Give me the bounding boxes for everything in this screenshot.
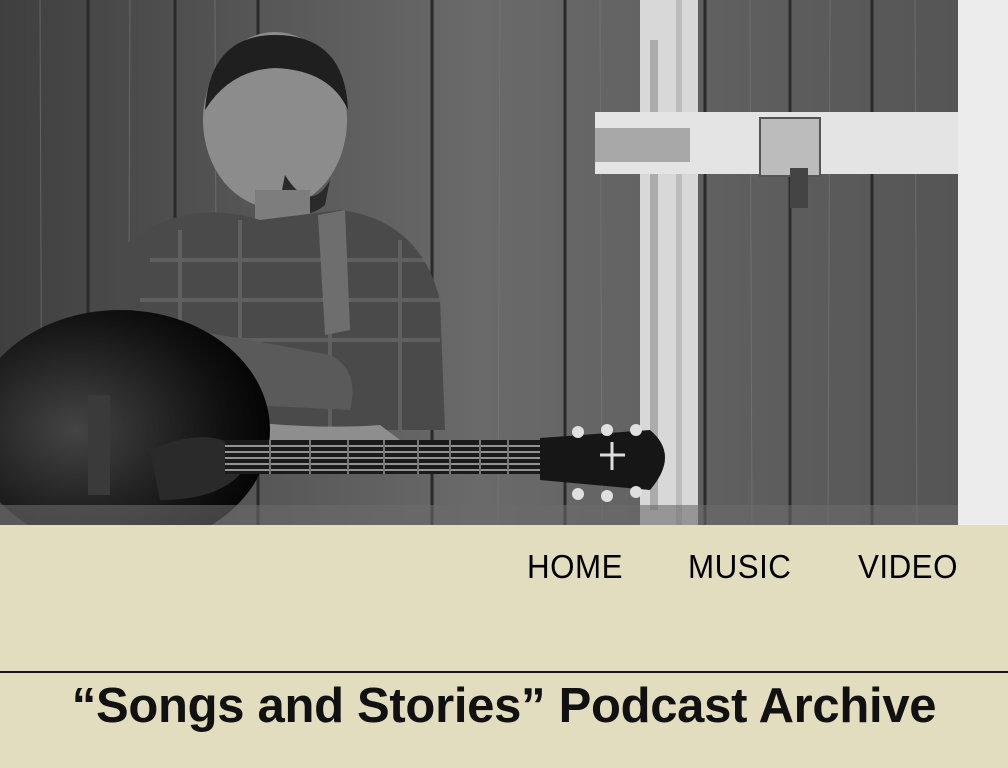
page-title: “Songs and Stories” Podcast Archive xyxy=(71,679,937,733)
main-nav: HOME MUSIC VIDEO xyxy=(0,548,1008,592)
nav-item-music[interactable]: MUSIC xyxy=(688,548,791,586)
side-strip xyxy=(958,0,1008,525)
hero-photo xyxy=(0,0,958,525)
nav-item-video[interactable]: VIDEO xyxy=(858,548,958,586)
nav-item-home[interactable]: HOME xyxy=(527,548,623,586)
divider xyxy=(0,671,1008,673)
